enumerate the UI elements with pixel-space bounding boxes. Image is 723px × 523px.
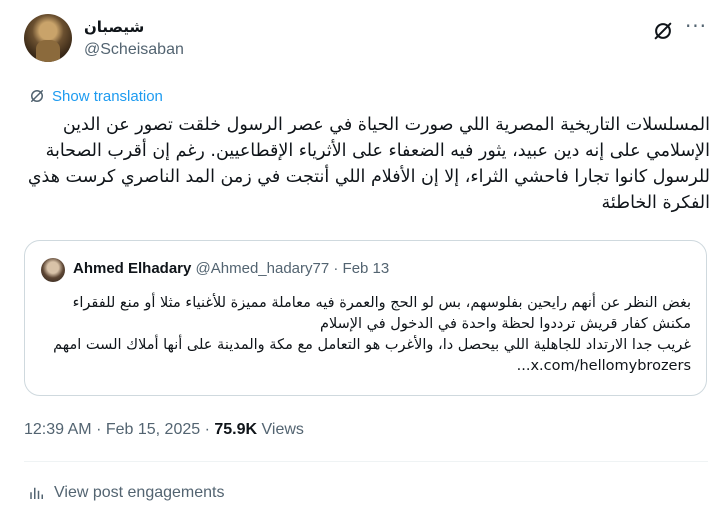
quoted-header: Ahmed Elhadary @Ahmed_hadary77 · Feb 13 <box>73 260 389 277</box>
quoted-date: Feb 13 <box>342 260 390 277</box>
views-label: Views <box>261 421 304 438</box>
meta-separator: · <box>96 421 102 438</box>
author-handle[interactable]: @Scheisaban <box>84 41 184 59</box>
grok-icon[interactable] <box>652 20 674 42</box>
avatar[interactable] <box>24 14 72 62</box>
quoted-text-line-2: غريب جدا الارتداد للجاهلية اللي بيحصل دا… <box>41 335 691 377</box>
tweet-text: المسلسلات التاريخية المصرية اللي صورت ال… <box>27 115 710 213</box>
quoted-text-line-1: بغض النظر عن أنهم رايحين بفلوسهم، بس لو … <box>72 295 691 332</box>
meta-separator-2: · <box>204 421 210 438</box>
more-icon[interactable]: ··· <box>684 16 708 40</box>
quoted-author-handle: @Ahmed_hadary77 <box>195 260 330 277</box>
quoted-avatar <box>41 258 65 282</box>
quoted-link[interactable]: x.com/hellomybrozers... <box>517 358 691 374</box>
quoted-separator: · <box>333 260 339 277</box>
bar-chart-icon <box>30 487 43 499</box>
show-translation-label: Show translation <box>52 87 163 105</box>
tweet-time[interactable]: 12:39 AM <box>24 421 92 438</box>
author-display-name[interactable]: شيصبان <box>84 18 144 36</box>
quoted-text: بغض النظر عن أنهم رايحين بفلوسهم، بس لو … <box>41 293 691 377</box>
show-translation-button[interactable]: Show translation <box>28 86 163 106</box>
divider <box>24 461 708 462</box>
quoted-tweet[interactable]: Ahmed Elhadary @Ahmed_hadary77 · Feb 13 … <box>24 240 707 396</box>
view-engagements-button[interactable]: View post engagements <box>28 484 224 502</box>
tweet-header: شيصبان @Scheisaban ··· <box>24 14 708 66</box>
tweet-meta: 12:39 AM · Feb 15, 2025 · 75.9K Views <box>24 421 304 439</box>
views-count: 75.9K <box>214 421 258 438</box>
quoted-text-line-2-body: غريب جدا الارتداد للجاهلية اللي بيحصل دا… <box>53 337 691 353</box>
quoted-author-name: Ahmed Elhadary <box>73 260 192 277</box>
tweet-date[interactable]: Feb 15, 2025 <box>106 421 200 438</box>
translate-icon <box>31 90 43 102</box>
view-engagements-label: View post engagements <box>54 484 225 501</box>
